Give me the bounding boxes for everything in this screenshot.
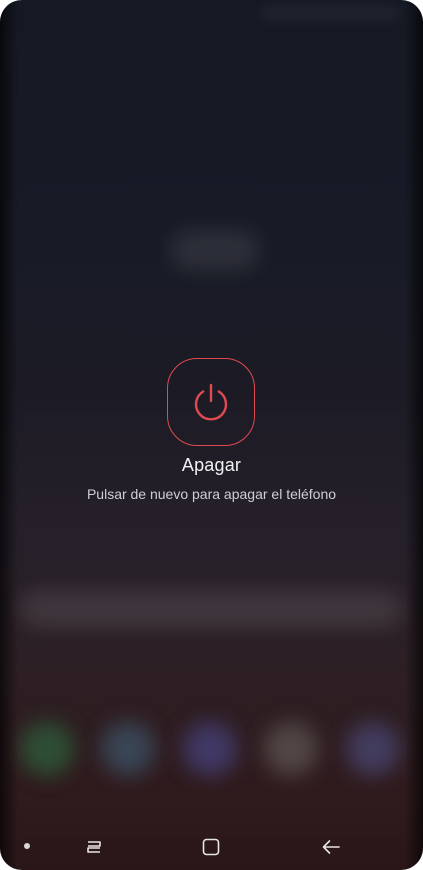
power-icon: [194, 383, 228, 421]
recents-button[interactable]: [79, 832, 109, 862]
search-bar-blurred: [20, 590, 403, 628]
dock-app-blurred: [20, 722, 74, 776]
dock-app-blurred: [183, 722, 237, 776]
screen-edge-left: [0, 0, 18, 870]
power-off-hint: Pulsar de nuevo para apagar el teléfono: [86, 486, 337, 502]
screen-edge-right: [405, 0, 423, 870]
back-button[interactable]: [316, 832, 346, 862]
nav-hide-dot[interactable]: [24, 843, 30, 849]
dock-app-blurred: [101, 722, 155, 776]
phone-screen: Apagar Pulsar de nuevo para apagar el te…: [0, 0, 423, 870]
home-icon: [202, 838, 220, 856]
back-icon: [322, 840, 340, 854]
power-off-title: Apagar: [181, 455, 242, 475]
power-off-button[interactable]: [167, 358, 255, 446]
recents-icon: [87, 841, 101, 853]
navigation-bar: [0, 826, 423, 866]
clock-widget-blurred: [170, 230, 260, 270]
dock-app-blurred: [346, 722, 400, 776]
home-button[interactable]: [196, 832, 226, 862]
status-bar-blurred: [260, 6, 400, 20]
dock-app-blurred: [264, 722, 318, 776]
